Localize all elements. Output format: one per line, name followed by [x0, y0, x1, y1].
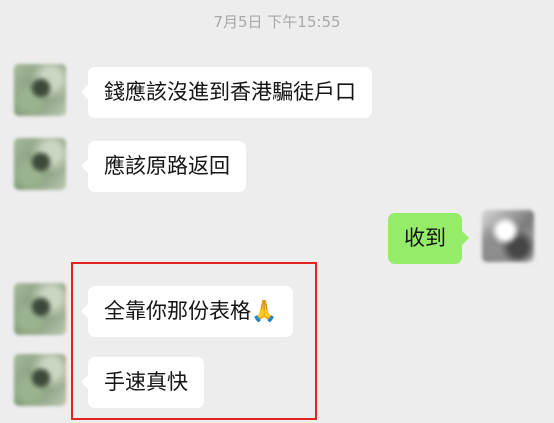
message-bubble-incoming[interactable]: 錢應該沒進到香港騙徒戶口	[81, 67, 372, 118]
friend-avatar[interactable]	[14, 138, 66, 190]
message-text: 收到	[404, 226, 446, 250]
highlight-box	[71, 262, 317, 420]
friend-avatar[interactable]	[14, 354, 66, 406]
friend-avatar[interactable]	[14, 64, 66, 116]
message-text: 應該原路返回	[104, 154, 230, 178]
message-timestamp: 7月5日 下午15:55	[213, 13, 341, 31]
message-text: 錢應該沒進到香港騙徒戶口	[104, 80, 356, 104]
self-avatar[interactable]	[482, 210, 534, 262]
message-bubble-incoming[interactable]: 應該原路返回	[81, 141, 246, 192]
message-bubble-outgoing[interactable]: 收到	[388, 213, 469, 264]
friend-avatar[interactable]	[14, 283, 66, 335]
